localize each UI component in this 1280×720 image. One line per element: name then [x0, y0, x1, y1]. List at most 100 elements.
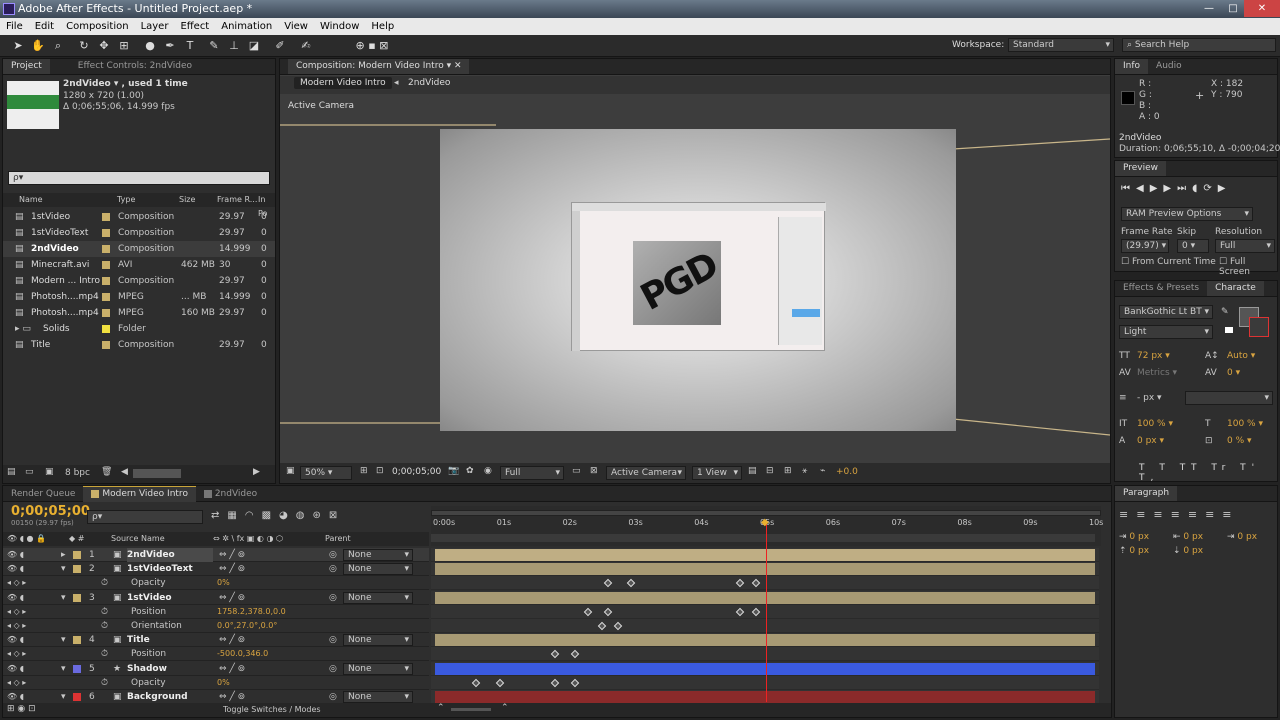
property-value[interactable]: -500.0,346.0 [217, 647, 268, 661]
motion-blur-icon[interactable]: ◕ [279, 510, 296, 521]
keyframe[interactable] [551, 650, 560, 659]
layer-name[interactable]: 1stVideoText [127, 562, 213, 576]
layer-label-color[interactable] [73, 551, 81, 559]
track-area[interactable] [431, 661, 1099, 676]
keyframe[interactable] [751, 579, 761, 588]
track-area[interactable] [431, 633, 1099, 648]
menu-window[interactable]: Window [314, 18, 365, 35]
pickwhip-icon[interactable]: ◎ [329, 662, 337, 676]
pickwhip-icon[interactable]: ◎ [329, 633, 337, 647]
col-type[interactable]: Type [117, 193, 135, 207]
layer-name[interactable]: Title [127, 633, 213, 647]
expand-triangle-icon[interactable]: ▾ [61, 690, 66, 704]
layer-switches[interactable]: ⇔ ╱ ⊚ [219, 662, 245, 676]
frame-blend-icon[interactable]: ▩ [262, 510, 279, 521]
stopwatch-icon[interactable]: ⏱ [101, 647, 108, 661]
menu-animation[interactable]: Animation [215, 18, 278, 35]
kerning-value[interactable]: Metrics ▾ [1137, 368, 1177, 378]
project-item[interactable]: ▤ 1stVideoText Composition 29.97 0 [3, 225, 275, 241]
property-value[interactable]: 0.0°,27.0°,0.0° [217, 619, 277, 633]
skip-dropdown[interactable]: 0 ▾ [1177, 239, 1209, 253]
indent-first[interactable]: ⇤ 0 px [1173, 532, 1203, 542]
tab-paragraph[interactable]: Paragraph [1115, 486, 1178, 501]
layer-row[interactable]: 👁 ◖ ▾ 6 ▣ Background ⇔ ╱ ⊚ ◎ None ▾ [3, 690, 1103, 704]
parent-dropdown[interactable]: None ▾ [343, 549, 413, 561]
layer-name[interactable]: Shadow [127, 662, 213, 676]
property-value[interactable]: 0% [217, 576, 230, 590]
layer-row[interactable]: 👁 ◖ ▾ 3 ▣ 1stVideo ⇔ ╱ ⊚ ◎ None ▾ [3, 590, 1103, 605]
pen-tool-icon[interactable]: ✒ [162, 38, 178, 54]
maximize-button[interactable]: □ [1222, 0, 1244, 17]
new-folder-icon[interactable]: ▭ [25, 467, 34, 477]
track-area[interactable] [431, 548, 1099, 562]
keyframe-nav-icon[interactable]: ◂ ◇ ▸ [7, 676, 26, 690]
snapshot-icon[interactable]: 📷 [448, 466, 459, 476]
parent-dropdown[interactable]: None ▾ [343, 691, 413, 703]
label-color[interactable] [102, 245, 110, 253]
horizontal-scale-value[interactable]: 100 % ▾ [1227, 419, 1263, 429]
project-item[interactable]: ▤ Minecraft.avi AVI 462 MB 30 0 [3, 257, 275, 273]
last-frame-icon[interactable]: ⏭ [1177, 183, 1192, 194]
stroke-color-swatch[interactable] [1249, 317, 1269, 337]
space-after[interactable]: ⇣ 0 px [1173, 546, 1203, 556]
keyframe[interactable] [626, 579, 636, 588]
pickwhip-icon[interactable]: ◎ [329, 690, 337, 704]
keyframe[interactable] [472, 678, 481, 688]
layer-switches[interactable]: ⇔ ╱ ⊚ [219, 690, 245, 704]
first-frame-icon[interactable]: ⏮ [1121, 183, 1136, 194]
loop-icon[interactable]: ⟳ [1203, 183, 1217, 194]
zoom-bar[interactable] [431, 534, 1095, 542]
property-value[interactable]: 1758.2,378.0,0.0 [217, 605, 286, 619]
layer-switches[interactable]: ⇔ ╱ ⊚ [219, 548, 245, 562]
expand-triangle-icon[interactable]: ▾ [61, 633, 66, 647]
menu-edit[interactable]: Edit [29, 18, 60, 35]
visibility-icon[interactable]: 👁 ◖ [7, 548, 24, 562]
expand-triangle-icon[interactable]: ▸ [61, 548, 66, 562]
draft-3d-icon[interactable]: ▦ [227, 510, 244, 521]
tab-audio[interactable]: Audio [1148, 59, 1190, 74]
scroll-left-icon[interactable]: ◀ [121, 467, 128, 477]
tsume-value[interactable]: 0 % ▾ [1227, 436, 1252, 446]
space-before[interactable]: ⇡ 0 px [1119, 546, 1149, 556]
tracking-value[interactable]: 0 ▾ [1227, 368, 1240, 378]
layer-duration-bar[interactable] [435, 662, 1095, 675]
stopwatch-icon[interactable]: ⏱ [101, 605, 108, 619]
label-color[interactable] [102, 309, 110, 317]
project-scrollbar[interactable] [133, 469, 181, 478]
vertical-scale-value[interactable]: 100 % ▾ [1137, 419, 1173, 429]
track-area[interactable] [431, 604, 1099, 619]
property-row[interactable]: ◂ ◇ ▸ ⏱ Position 1758.2,378.0,0.0 [3, 604, 1103, 619]
eyedropper-icon[interactable]: ✎ [1221, 307, 1229, 317]
keyframe[interactable] [597, 621, 606, 631]
visibility-icon[interactable]: 👁 ◖ [7, 562, 24, 576]
next-frame-icon[interactable]: ▶ [1163, 183, 1177, 194]
expand-panes-icon[interactable]: ⊞ ◉ ⊡ [7, 704, 36, 714]
camera-tool-icon[interactable]: ✥ [96, 38, 112, 54]
comp-mini-flowchart-icon[interactable]: ⇄ [211, 510, 227, 521]
visibility-icon[interactable]: 👁 ◖ [7, 690, 24, 704]
keyframe-nav-icon[interactable]: ◂ ◇ ▸ [7, 647, 26, 661]
play-icon[interactable]: ▶ [1150, 183, 1164, 194]
layer-duration-bar[interactable] [435, 691, 1095, 703]
col-parent[interactable]: Parent [325, 532, 351, 546]
view-layout-dropdown[interactable]: 1 View ▾ [692, 466, 742, 480]
shy-icon[interactable]: ◠ [245, 510, 262, 521]
prev-frame-icon[interactable]: ◀ [1136, 183, 1150, 194]
label-color[interactable] [102, 293, 110, 301]
minimize-button[interactable]: — [1196, 0, 1222, 17]
pickwhip-icon[interactable]: ◎ [329, 548, 337, 562]
layer-name[interactable]: Background [127, 690, 213, 704]
font-size-value[interactable]: 72 px ▾ [1137, 351, 1170, 361]
audio-icon[interactable]: ◖ [1192, 183, 1203, 194]
layer-name[interactable]: 2ndVideo [127, 548, 213, 562]
track-area[interactable] [431, 619, 1099, 633]
expand-triangle-icon[interactable]: ▾ [61, 662, 66, 676]
keyframe-nav-icon[interactable]: ◂ ◇ ▸ [7, 619, 26, 633]
keyframe[interactable] [570, 678, 580, 688]
stopwatch-icon[interactable]: ⏱ [101, 619, 108, 633]
keyframe-nav-icon[interactable]: ◂ ◇ ▸ [7, 576, 26, 590]
from-current-time-checkbox[interactable]: ☐ From Current Time [1121, 257, 1216, 267]
current-time-indicator[interactable]: ◆ [761, 517, 771, 529]
graph-editor-icon[interactable]: ◍ [296, 510, 313, 521]
zoom-dropdown[interactable]: 50% ▾ [300, 466, 352, 480]
